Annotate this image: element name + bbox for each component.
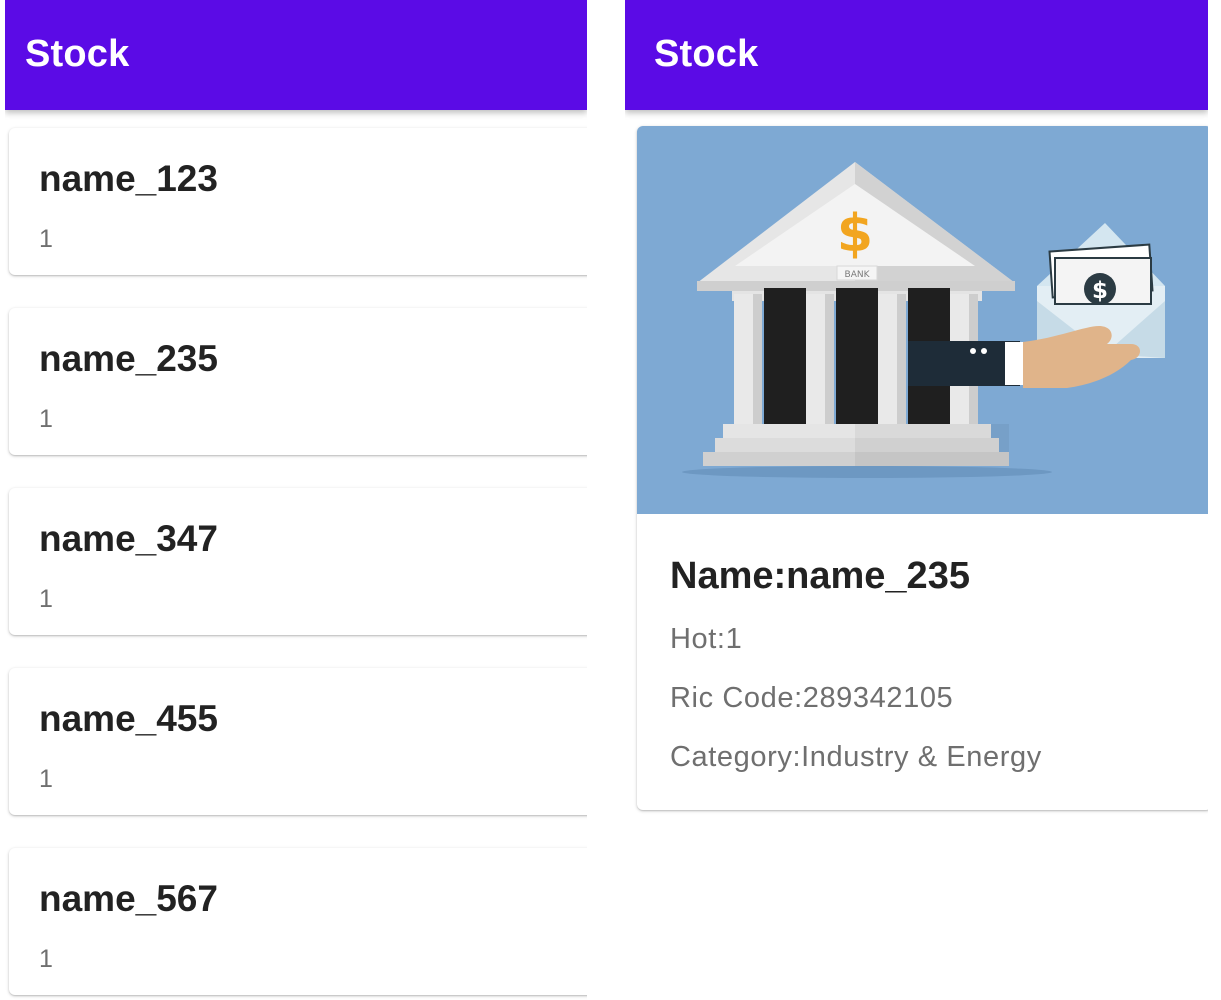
- stock-list-screen: Stock name_123 1 name_235 1 name_347 1 n…: [5, 0, 587, 1000]
- stock-list-item[interactable]: name_235 1: [9, 308, 587, 455]
- stock-list-item[interactable]: name_455 1: [9, 668, 587, 815]
- stock-hot-value: 1: [39, 405, 53, 433]
- stock-hot-value: 1: [39, 225, 53, 253]
- stock-name: name_123: [39, 158, 218, 199]
- bank-payment-illustration: $ BANK $: [637, 126, 1208, 514]
- stock-name: name_567: [39, 878, 218, 919]
- bank-plate-label: BANK: [845, 270, 871, 280]
- app-bar-title: Stock: [654, 33, 759, 75]
- banknote-dollar-icon: $: [1092, 278, 1108, 304]
- stock-hot-value: 1: [39, 945, 53, 973]
- stock-list-item[interactable]: name_567 1: [9, 848, 587, 995]
- dollar-sign-icon: $: [837, 204, 873, 264]
- detail-hot: Hot:1: [670, 623, 743, 655]
- stock-detail-screen: Stock $ BANK $ Name:name_235 Hot:1 Ric C…: [625, 0, 1208, 1000]
- stock-hot-value: 1: [39, 585, 53, 613]
- app-bar: Stock: [625, 0, 1208, 110]
- stock-list-item[interactable]: name_347 1: [9, 488, 587, 635]
- app-bar: Stock: [5, 0, 587, 110]
- detail-ric-code: Ric Code:289342105: [670, 682, 954, 714]
- stock-detail-card: $ BANK $ Name:name_235 Hot:1 Ric Code:28…: [637, 126, 1208, 810]
- stock-name: name_347: [39, 518, 218, 559]
- app-bar-title: Stock: [25, 33, 130, 75]
- detail-category: Category:Industry & Energy: [670, 741, 1042, 773]
- detail-name: Name:name_235: [670, 555, 970, 597]
- stock-name: name_235: [39, 338, 218, 379]
- stock-list-item[interactable]: name_123 1: [9, 128, 587, 275]
- stock-name: name_455: [39, 698, 218, 739]
- stock-hot-value: 1: [39, 765, 53, 793]
- stock-list: name_123 1 name_235 1 name_347 1 name_45…: [9, 128, 587, 1000]
